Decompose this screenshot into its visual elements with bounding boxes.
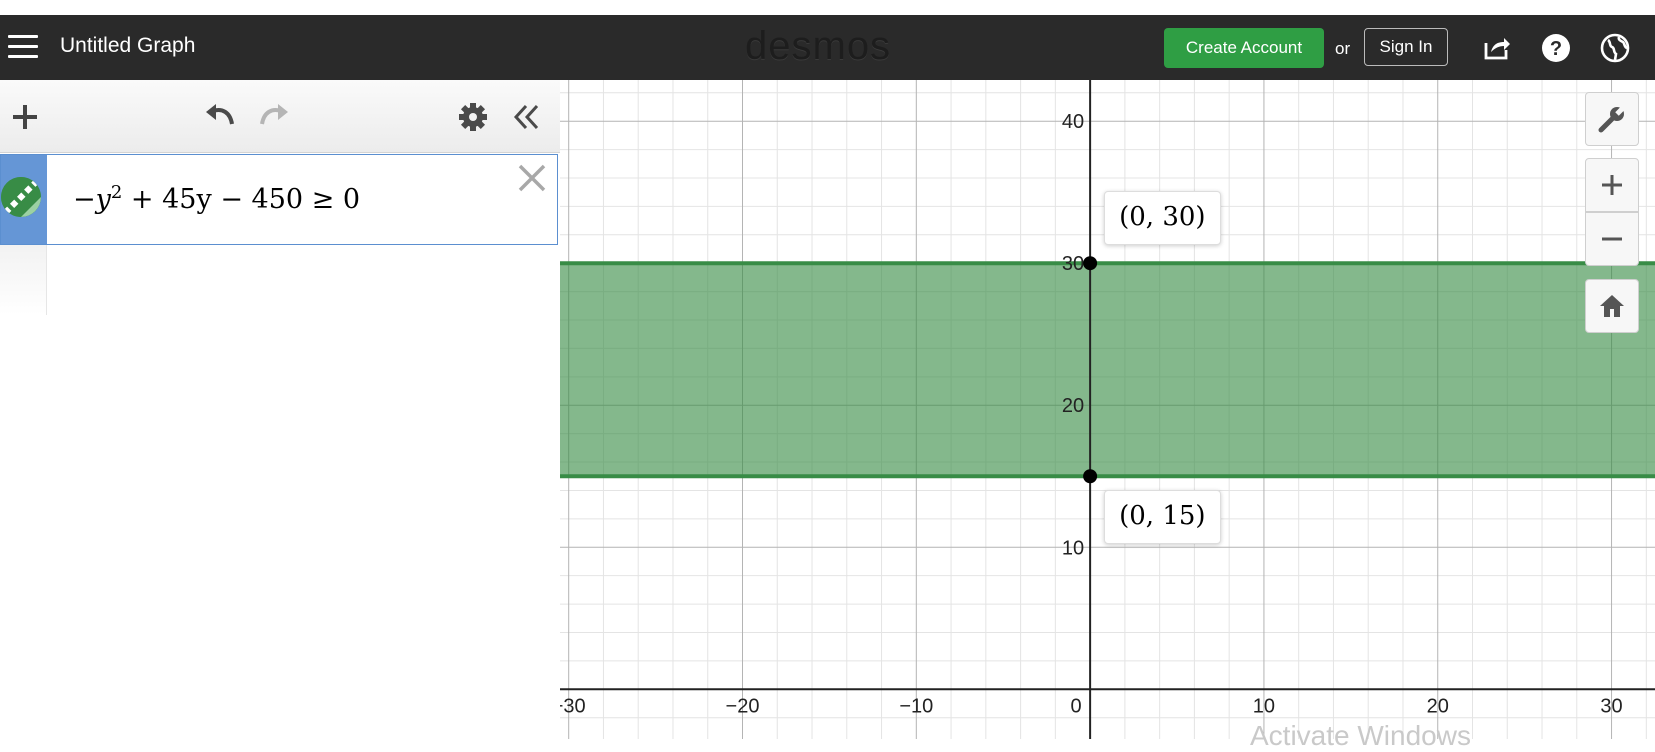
add-icon[interactable] bbox=[10, 102, 40, 132]
svg-text:?: ? bbox=[1550, 38, 1562, 60]
home-icon bbox=[1600, 295, 1624, 317]
desmos-logo: desmos bbox=[745, 24, 892, 68]
origin-tick-label: 0 bbox=[1071, 695, 1082, 717]
x-tick-label: −30 bbox=[560, 695, 586, 717]
sign-in-button[interactable]: Sign In bbox=[1364, 28, 1448, 66]
zoom-in-icon bbox=[1602, 175, 1622, 195]
x-tick-label: 10 bbox=[1253, 695, 1275, 717]
intercept-point-1 bbox=[1083, 469, 1098, 484]
x-tick-label: 30 bbox=[1600, 695, 1622, 717]
or-label: or bbox=[1335, 39, 1351, 58]
new-expression-tab[interactable] bbox=[0, 245, 47, 315]
expression-toolbar bbox=[0, 80, 560, 153]
expression-row[interactable]: −y2 + 45y − 450 ≥ 0 bbox=[0, 154, 558, 245]
graph-canvas[interactable]: −30 −20 −10 10 20 30 0 10 20 30 40 bbox=[560, 80, 1655, 739]
graph-settings-button[interactable] bbox=[1585, 92, 1639, 146]
graph-style-icon[interactable] bbox=[1, 177, 41, 217]
zoom-out-icon bbox=[1602, 237, 1622, 241]
help-icon[interactable]: ? bbox=[1540, 32, 1572, 64]
top-bar: Untitled Graph desmos Create Account or … bbox=[0, 15, 1655, 80]
expression-latex[interactable]: −y2 + 45y − 450 ≥ 0 bbox=[73, 182, 360, 215]
inequality-region bbox=[560, 263, 1655, 477]
create-account-button[interactable]: Create Account bbox=[1164, 28, 1324, 68]
default-viewport-button[interactable] bbox=[1585, 279, 1639, 333]
undo-icon[interactable] bbox=[202, 100, 238, 130]
graph-title[interactable]: Untitled Graph bbox=[60, 34, 195, 58]
point-label-0-15: (0, 15) bbox=[1104, 490, 1221, 545]
delete-expression-icon[interactable] bbox=[517, 163, 547, 193]
redo-icon[interactable] bbox=[256, 100, 292, 130]
x-tick-label: 20 bbox=[1427, 695, 1449, 717]
zoom-in-button[interactable] bbox=[1585, 158, 1639, 212]
language-globe-icon[interactable] bbox=[1599, 32, 1631, 64]
point-label-0-30: (0, 30) bbox=[1104, 191, 1221, 246]
expression-color-tab[interactable] bbox=[1, 155, 47, 244]
wrench-icon bbox=[1598, 104, 1627, 133]
y-tick-label: 40 bbox=[1062, 111, 1084, 133]
activate-windows-watermark: Activate Windows bbox=[1250, 720, 1471, 751]
x-tick-label: −20 bbox=[726, 695, 760, 717]
zoom-out-button[interactable] bbox=[1585, 212, 1639, 266]
x-tick-label: −10 bbox=[899, 695, 933, 717]
expression-list-panel: −y2 + 45y − 450 ≥ 0 bbox=[0, 80, 560, 739]
settings-gear-icon[interactable] bbox=[458, 102, 488, 132]
y-tick-label: 20 bbox=[1062, 395, 1084, 417]
y-tick-label: 10 bbox=[1062, 537, 1084, 559]
y-tick-label: 30 bbox=[1062, 253, 1084, 275]
intercept-point-0 bbox=[1083, 256, 1098, 271]
collapse-chevrons-icon[interactable] bbox=[512, 102, 542, 132]
share-icon[interactable] bbox=[1481, 32, 1513, 64]
hamburger-menu-icon[interactable] bbox=[8, 35, 38, 59]
